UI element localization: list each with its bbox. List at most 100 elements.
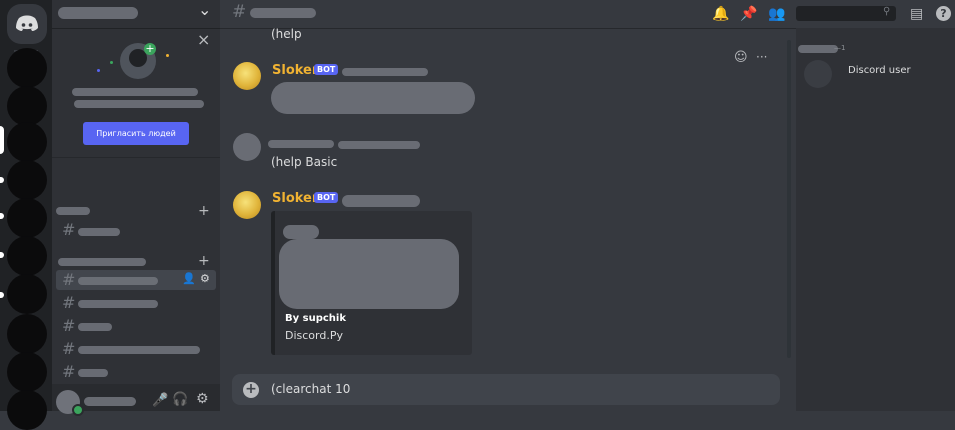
sparkle-icon bbox=[166, 54, 169, 57]
member-avatar bbox=[804, 60, 832, 88]
panel-divider bbox=[52, 157, 220, 158]
message-author[interactable]: Sloker bbox=[272, 191, 318, 206]
category-name[interactable] bbox=[58, 258, 146, 266]
server-icon[interactable] bbox=[7, 314, 47, 354]
channel-title bbox=[250, 8, 316, 18]
unread-indicator bbox=[0, 177, 4, 183]
invite-button[interactable]: Пригласить людей bbox=[83, 122, 189, 145]
embed-title-redacted bbox=[283, 225, 319, 239]
server-icon[interactable] bbox=[7, 198, 47, 238]
message-author[interactable]: Sloker bbox=[272, 63, 318, 78]
hash-icon: # bbox=[232, 2, 247, 22]
gear-icon[interactable]: ⚙ bbox=[200, 272, 210, 285]
search-icon: ⚲ bbox=[883, 6, 891, 17]
add-reaction-icon[interactable]: ☺ bbox=[734, 50, 748, 65]
server-rail bbox=[0, 0, 52, 430]
unread-indicator bbox=[0, 213, 4, 219]
embed-footer-title: By supchik bbox=[285, 313, 346, 324]
channel-name bbox=[78, 228, 120, 236]
message-content: (help bbox=[271, 27, 302, 41]
server-icon[interactable] bbox=[7, 86, 47, 126]
chevron-down-icon[interactable]: ⌄ bbox=[198, 0, 211, 19]
bot-tag: BOT bbox=[314, 64, 339, 75]
invite-panel: × + Пригласить людей bbox=[52, 29, 220, 157]
pin-icon[interactable]: 📌 bbox=[740, 7, 757, 21]
member-group-name bbox=[798, 45, 838, 53]
member-name: Discord user bbox=[848, 65, 911, 76]
message-timestamp bbox=[338, 141, 420, 149]
mute-mic-icon[interactable]: 🎤 bbox=[152, 393, 168, 408]
member-item[interactable]: Discord user bbox=[800, 58, 950, 88]
server-icon[interactable] bbox=[7, 352, 47, 392]
discord-logo-icon bbox=[16, 15, 38, 31]
sparkle-icon bbox=[110, 61, 113, 64]
inbox-icon[interactable]: ▤ bbox=[910, 7, 923, 21]
hash-icon: # bbox=[62, 316, 76, 335]
invite-plus-badge: + bbox=[144, 42, 156, 55]
invite-text bbox=[72, 88, 198, 96]
bot-avatar[interactable] bbox=[233, 62, 261, 90]
embed-body-redacted bbox=[279, 239, 459, 309]
username bbox=[84, 397, 136, 406]
channel-name bbox=[78, 369, 108, 377]
channel-item[interactable]: # bbox=[56, 316, 216, 336]
user-panel: 🎤 🎧 ⚙ bbox=[52, 384, 220, 416]
member-list: —1 Discord user bbox=[796, 28, 955, 411]
server-icon[interactable] bbox=[7, 390, 47, 430]
unread-indicator bbox=[0, 292, 4, 298]
message-timestamp bbox=[342, 68, 428, 76]
channel-item-selected[interactable]: # 👤 ⚙ bbox=[56, 270, 216, 290]
server-name-header[interactable]: ⌄ bbox=[52, 0, 220, 29]
add-channel-icon[interactable]: + bbox=[198, 203, 210, 219]
message-content: (help Basic bbox=[271, 155, 338, 169]
user-avatar[interactable] bbox=[233, 133, 261, 161]
hash-icon: # bbox=[62, 220, 76, 239]
hash-icon: # bbox=[62, 339, 76, 358]
channel-item[interactable]: # bbox=[56, 362, 216, 382]
bell-icon[interactable]: 🔔 bbox=[712, 7, 729, 21]
hash-icon: # bbox=[62, 293, 76, 312]
channel-name bbox=[78, 300, 158, 308]
server-icon[interactable] bbox=[7, 274, 47, 314]
server-icon[interactable] bbox=[7, 48, 47, 88]
online-status-indicator bbox=[72, 404, 84, 416]
message-input[interactable]: (clearchat 10 bbox=[271, 382, 350, 396]
search-input[interactable]: ⚲ bbox=[796, 6, 896, 21]
channel-sidebar: ⌄ × + Пригласить людей + # + # 👤 ⚙ # # #… bbox=[52, 0, 220, 416]
server-icon[interactable] bbox=[7, 160, 47, 200]
more-options-icon[interactable]: ··· bbox=[756, 50, 767, 64]
add-member-icon[interactable]: 👤 bbox=[182, 272, 196, 285]
message-content-redacted bbox=[271, 82, 475, 114]
category-name[interactable] bbox=[56, 207, 90, 215]
unread-indicator bbox=[0, 252, 4, 258]
server-icon[interactable] bbox=[7, 122, 47, 162]
channel-topbar: # 🔔 📌 👥 ⚲ ▤ ? bbox=[220, 0, 955, 29]
headphones-icon[interactable]: 🎧 bbox=[172, 392, 188, 407]
help-icon[interactable]: ? bbox=[936, 6, 951, 21]
channel-item[interactable]: # bbox=[56, 293, 216, 313]
hash-icon: # bbox=[62, 362, 76, 381]
channel-name bbox=[78, 323, 112, 331]
close-icon[interactable]: × bbox=[197, 30, 210, 49]
message-timestamp bbox=[342, 195, 420, 207]
add-channel-icon[interactable]: + bbox=[198, 253, 210, 269]
bot-tag: BOT bbox=[314, 192, 339, 203]
server-icon[interactable] bbox=[7, 236, 47, 276]
embed-footer-sub: Discord.Py bbox=[285, 329, 343, 342]
selected-server-indicator bbox=[0, 126, 4, 154]
upload-plus-icon[interactable]: + bbox=[243, 382, 259, 398]
bot-embed: By supchik Discord.Py bbox=[271, 211, 472, 355]
channel-name bbox=[78, 346, 200, 354]
channel-name bbox=[78, 277, 158, 285]
invite-text bbox=[74, 100, 204, 108]
discord-home-icon[interactable] bbox=[7, 4, 47, 44]
chat-scrollbar[interactable] bbox=[787, 40, 791, 358]
channel-item[interactable]: # bbox=[56, 339, 216, 359]
bot-avatar[interactable] bbox=[233, 191, 261, 219]
hash-icon: # bbox=[62, 270, 76, 289]
user-settings-gear-icon[interactable]: ⚙ bbox=[196, 391, 209, 407]
message-composer[interactable]: + (clearchat 10 bbox=[232, 374, 780, 405]
message-author-redacted[interactable] bbox=[268, 140, 334, 148]
channel-item[interactable]: # bbox=[56, 220, 216, 240]
member-list-icon[interactable]: 👥 bbox=[768, 7, 785, 21]
